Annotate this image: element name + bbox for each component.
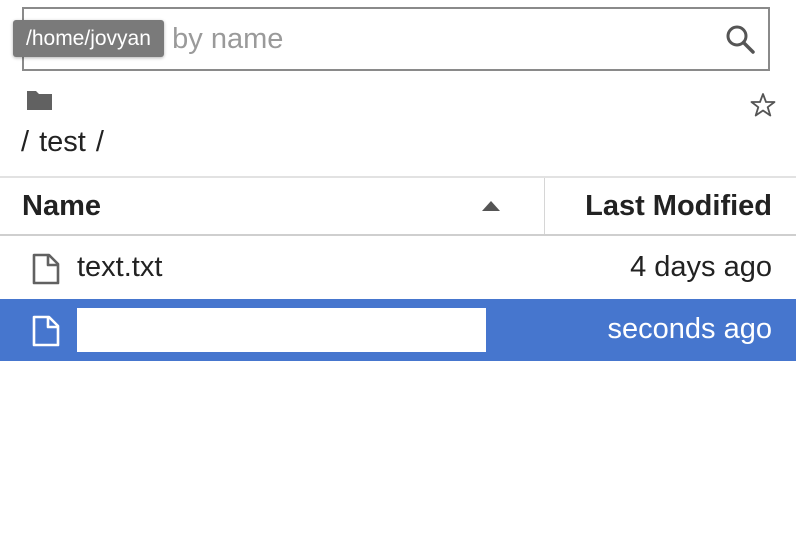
rename-file-input[interactable]: [77, 308, 486, 352]
column-header-name-label: Name: [22, 190, 101, 222]
column-header-last-modified-label: Last Modified: [585, 190, 772, 222]
file-row[interactable]: text.txt 4 days ago: [0, 237, 796, 299]
sort-ascending-icon: [482, 201, 500, 211]
file-row-selected[interactable]: seconds ago: [0, 299, 796, 361]
file-last-modified: 4 days ago: [630, 251, 772, 283]
file-name: text.txt: [77, 251, 163, 283]
folder-icon[interactable]: [26, 89, 53, 111]
file-icon: [32, 315, 60, 347]
column-header-last-modified[interactable]: Last Modified: [545, 178, 796, 234]
file-icon: [32, 253, 60, 285]
star-icon[interactable]: [750, 92, 776, 118]
breadcrumb-item-test[interactable]: test: [39, 126, 86, 158]
file-browser: /home/jovyan / test / Name Last Modified t…: [0, 0, 796, 550]
file-list-header: Name Last Modified: [0, 176, 796, 236]
file-last-modified: seconds ago: [607, 313, 772, 345]
path-tooltip: /home/jovyan: [13, 20, 164, 57]
breadcrumb-separator: /: [21, 126, 30, 158]
search-icon[interactable]: [724, 23, 756, 55]
breadcrumb: / test /: [21, 126, 114, 159]
column-header-name[interactable]: Name: [0, 178, 544, 234]
breadcrumb-separator: /: [95, 126, 104, 158]
